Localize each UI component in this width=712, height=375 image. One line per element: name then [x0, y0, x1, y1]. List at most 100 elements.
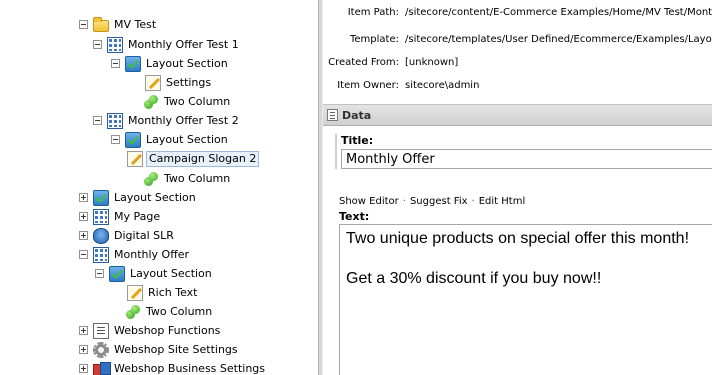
template-grid-icon: [107, 36, 123, 53]
data-section-header[interactable]: Data: [323, 104, 712, 126]
created-from-value: [unknown]: [405, 56, 459, 68]
tree-node-label: Two Column: [164, 171, 231, 185]
link-separator: ·: [471, 196, 475, 207]
tree-node-campaign-slogan-2[interactable]: Campaign Slogan 2: [127, 149, 260, 168]
sublayout-icon: [143, 94, 159, 110]
text-label: Text:: [339, 210, 370, 223]
tree-node-label: Webshop Business Settings: [114, 361, 266, 375]
item-path-label: Item Path:: [347, 6, 399, 18]
tree-node-my-page[interactable]: My Page: [79, 207, 162, 226]
item-owner-row: Item Owner: sitecore\admin: [323, 75, 479, 95]
tree-node-label: Settings: [166, 75, 212, 89]
collapse-toggle[interactable]: [111, 135, 120, 144]
editor-links: Show Editor · Suggest Fix · Edit Html: [339, 196, 525, 207]
tree-node-label: Monthly Offer Test 1: [128, 37, 239, 51]
tree-node-label: Layout Section: [146, 132, 228, 146]
tree-node-webshop-site-settings[interactable]: Webshop Site Settings: [79, 340, 240, 359]
rendering-icon: [127, 284, 143, 301]
template-row: Template: /sitecore/templates/User Defin…: [323, 29, 712, 49]
tree-node-label: MV Test: [114, 17, 157, 31]
tree-node-label: My Page: [114, 209, 161, 223]
camera-icon: [93, 227, 109, 244]
layout-section-icon: [109, 265, 125, 282]
title-label: Title:: [341, 134, 374, 147]
gear-icon: [93, 341, 109, 358]
tree-node-label: Layout Section: [130, 266, 212, 280]
title-field: Title:: [335, 134, 712, 169]
expand-toggle[interactable]: [79, 326, 88, 335]
text-line: Two unique products on special offer thi…: [346, 230, 690, 247]
collapse-toggle[interactable]: [93, 40, 102, 49]
collapse-toggle[interactable]: [79, 250, 88, 259]
template-grid-icon: [93, 208, 109, 225]
expand-toggle[interactable]: [79, 193, 88, 202]
expand-toggle[interactable]: [79, 345, 88, 354]
tree-node-label: Layout Section: [114, 190, 196, 204]
tree-node-digital-slr[interactable]: Digital SLR: [79, 226, 176, 245]
item-owner-label: Item Owner:: [337, 79, 399, 91]
template-grid-icon: [93, 246, 109, 263]
item-path-row: Item Path: /sitecore/content/E-Commerce …: [323, 2, 712, 22]
suggest-fix-link[interactable]: Suggest Fix: [410, 196, 468, 207]
link-separator: ·: [402, 196, 406, 207]
tree-node-layout-section[interactable]: Layout Section: [95, 264, 214, 283]
tree-node-mv-test[interactable]: MV Test: [79, 15, 158, 34]
rich-text-field[interactable]: Two unique products on special offer thi…: [339, 224, 712, 375]
tree-node-label: Webshop Site Settings: [114, 342, 238, 356]
template-grid-icon: [107, 112, 123, 129]
sublayout-icon: [143, 171, 159, 187]
tree-node-label: Two Column: [146, 304, 213, 318]
tree-node-label: Monthly Offer: [114, 247, 190, 261]
item-owner-value: sitecore\admin: [405, 79, 480, 91]
collapse-toggle[interactable]: [79, 20, 88, 29]
collapse-toggle[interactable]: [111, 59, 120, 68]
expand-toggle[interactable]: [79, 231, 88, 240]
tree-node-label: Campaign Slogan 2: [146, 150, 260, 167]
tree-node-settings[interactable]: Settings: [145, 73, 213, 92]
layout-section-icon: [125, 131, 141, 148]
created-from-row: Created From: [unknown]: [323, 52, 458, 72]
tree-node-monthly-offer[interactable]: Monthly Offer: [79, 245, 191, 264]
rendering-icon: [145, 74, 161, 91]
item-path-value: /sitecore/content/E-Commerce Examples/Ho…: [405, 6, 712, 18]
content-tree[interactable]: MV Test Monthly Offer Test 1 Layout Sect…: [0, 0, 318, 375]
sublayout-icon: [125, 304, 141, 320]
section-icon: [327, 109, 338, 121]
content-editor: Item Path: /sitecore/content/E-Commerce …: [323, 0, 712, 375]
layout-section-icon: [93, 189, 109, 206]
tree-node-two-column[interactable]: Two Column: [143, 92, 232, 111]
text-line: Get a 30% discount if you buy now!!: [346, 270, 602, 287]
show-editor-link[interactable]: Show Editor: [339, 196, 399, 207]
tree-node-layout-section[interactable]: Layout Section: [111, 54, 230, 73]
expand-toggle[interactable]: [79, 212, 88, 221]
tree-node-label: Digital SLR: [114, 228, 174, 242]
template-value[interactable]: /sitecore/templates/User Defined/Ecommer…: [405, 34, 712, 45]
tree-node-label: Rich Text: [148, 285, 198, 299]
rendering-icon: [127, 150, 143, 167]
tree-node-label: Two Column: [164, 94, 231, 108]
created-from-label: Created From:: [328, 56, 399, 68]
tree-node-monthly-offer-test-2[interactable]: Monthly Offer Test 2: [93, 111, 241, 130]
title-input[interactable]: [341, 149, 712, 169]
tree-node-label: Monthly Offer Test 2: [128, 113, 239, 127]
tree-node-two-column[interactable]: Two Column: [143, 169, 232, 188]
collapse-toggle[interactable]: [93, 116, 102, 125]
business-icon: [93, 361, 111, 375]
tree-node-label: Layout Section: [146, 56, 228, 70]
tree-node-two-column[interactable]: Two Column: [125, 302, 214, 321]
document-icon: [93, 322, 109, 339]
folder-icon: [93, 16, 109, 32]
tree-node-monthly-offer-test-1[interactable]: Monthly Offer Test 1: [93, 35, 241, 54]
tree-node-rich-text[interactable]: Rich Text: [127, 283, 199, 302]
collapse-toggle[interactable]: [95, 269, 104, 278]
tree-node-layout-section[interactable]: Layout Section: [79, 188, 198, 207]
edit-html-link[interactable]: Edit Html: [479, 196, 526, 207]
tree-node-webshop-functions[interactable]: Webshop Functions: [79, 321, 222, 340]
tree-node-layout-section[interactable]: Layout Section: [111, 130, 230, 149]
section-title: Data: [342, 108, 372, 122]
template-label: Template:: [350, 33, 399, 45]
tree-node-webshop-business-settings[interactable]: Webshop Business Settings: [79, 359, 267, 375]
layout-section-icon: [125, 55, 141, 72]
expand-toggle[interactable]: [79, 364, 88, 373]
tree-node-label: Webshop Functions: [114, 323, 221, 337]
